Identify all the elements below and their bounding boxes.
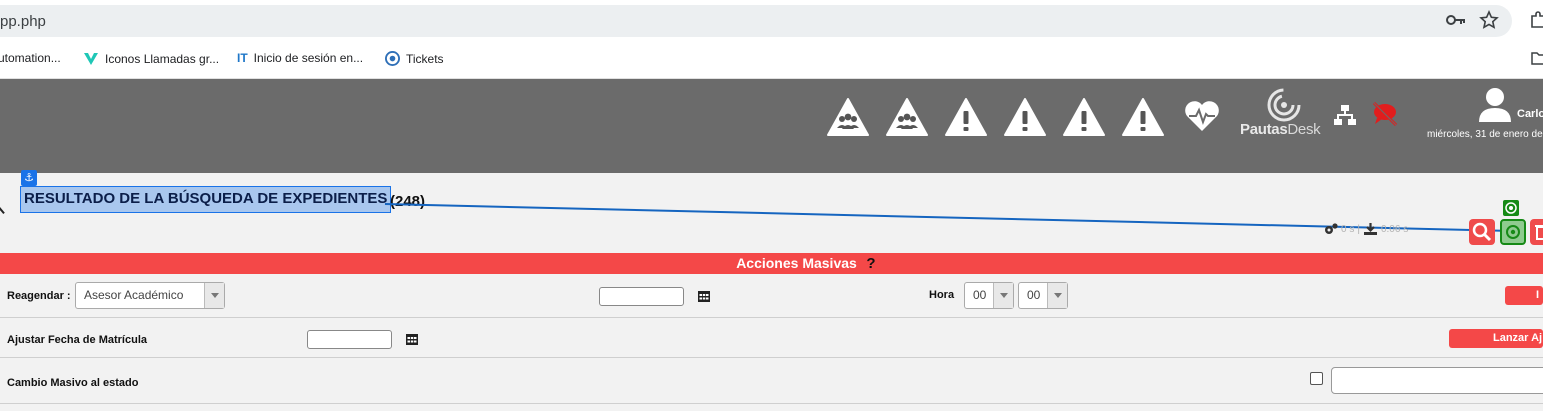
minute-select-value: 00 [1027,288,1041,302]
matricula-date-input[interactable] [307,330,392,349]
target-button[interactable] [1500,219,1526,245]
chevron-down-icon [993,283,1013,308]
bookmark-automation[interactable]: utomation... [0,51,61,65]
collapse-arrow-icon[interactable] [0,204,8,214]
chevron-down-icon [1047,283,1067,308]
help-icon[interactable]: ? [864,256,878,271]
alert-group-icon[interactable] [826,97,870,137]
alert-exclamation-icon[interactable] [1121,97,1165,137]
password-key-icon[interactable] [1446,12,1466,28]
bookmark-star-icon[interactable] [1479,10,1499,30]
download-icon [1363,223,1377,235]
alert-exclamation-icon[interactable] [1003,97,1047,137]
logo-word-2: Desk [1287,121,1321,138]
hour-select[interactable]: 00 [964,282,1014,309]
user-avatar-icon[interactable] [1478,87,1512,123]
ajustar-fecha-label: Ajustar Fecha de Matrícula [7,334,147,346]
bookmarks-bar: utomation... Iconos Llamadas gr... IT In… [0,40,1543,79]
bookmark-label: Tickets [406,51,444,66]
bookmark-label: Iconos Llamadas gr... [105,52,220,66]
search-icon [1472,222,1492,242]
current-date: miércoles, 31 de enero de [1427,129,1543,140]
hour-select-value: 00 [973,288,987,302]
pautasdesk-logo-text: PautasDesk [1240,121,1321,138]
vector-logo-icon [84,53,98,65]
stats-divider: | [1357,223,1360,235]
alert-exclamation-icon[interactable] [944,97,988,137]
delete-button[interactable] [1530,219,1543,245]
advisor-select[interactable]: Asesor Académico [75,282,225,309]
extensions-icon[interactable] [1528,10,1543,30]
stats-time-2: 0.06 s [1380,223,1409,235]
alert-group-icon[interactable] [885,97,929,137]
minute-select[interactable]: 00 [1018,282,1068,309]
results-count: (248) [390,193,426,210]
network-icon[interactable] [1333,104,1357,126]
ajustar-fecha-row: Ajustar Fecha de Matrícula Lanzar Aj [0,318,1543,358]
cambio-estado-row: Cambio Masivo al estado [0,358,1543,404]
target-badge-icon [1503,200,1519,216]
cambio-estado-checkbox[interactable] [1310,372,1323,385]
pautasdesk-logo-icon [1267,88,1301,122]
it-logo-icon: IT [237,51,248,65]
results-title: RESULTADO DE LA BÚSQUEDA DE EXPEDIENTES [20,186,392,213]
target-icon [1506,225,1520,239]
trash-icon [1535,225,1543,240]
folder-icon[interactable] [1531,50,1543,66]
bookmark-iconos-llamadas[interactable]: Iconos Llamadas gr... [83,51,219,67]
app-header: PautasDesk Carlo miércoles, 31 de enero … [0,79,1543,173]
reagendar-label: Reagendar : [7,290,71,302]
stats-time-1: 0 s [1341,223,1355,235]
reagendar-date-input[interactable] [599,287,684,306]
chat-disabled-icon[interactable] [1371,101,1399,127]
bookmark-inicio-sesion[interactable]: IT Inicio de sesión en... [237,51,363,65]
user-name[interactable]: Carlo [1517,108,1543,120]
bookmark-tickets[interactable]: Tickets [385,51,444,66]
chevron-down-icon [204,283,224,308]
heartbeat-icon[interactable] [1183,99,1221,133]
logo-word-1: Pautas [1240,121,1288,138]
cambio-estado-label: Cambio Masivo al estado [7,377,139,389]
url-text[interactable]: pp.php [0,13,46,30]
calendar-icon[interactable] [697,289,711,303]
estado-select[interactable] [1331,367,1543,394]
calendar-icon[interactable] [405,332,419,346]
reagendar-submit-button[interactable]: I [1505,286,1543,305]
lanzar-ajuste-button[interactable]: Lanzar Aj [1449,329,1543,348]
tickets-logo-icon [385,51,400,66]
anchor-icon: ⚓ [21,170,37,186]
browser-address-bar: pp.php [0,0,1543,40]
reagendar-row: Reagendar : Asesor Académico Hora 00 00 … [0,274,1543,318]
bookmark-label: Inicio de sesión en... [253,51,364,65]
bookmark-label: utomation... [0,51,61,65]
alert-exclamation-icon[interactable] [1062,97,1106,137]
search-button[interactable] [1469,219,1495,245]
advisor-select-value: Asesor Académico [84,288,184,302]
mass-actions-title: Acciones Masivas [736,255,857,271]
hora-label: Hora [929,289,955,301]
gears-icon [1325,223,1338,234]
mass-actions-header: Acciones Masivas ? [0,253,1543,274]
url-field[interactable] [0,5,1512,37]
query-stats: 0 s | 0.06 s [1324,222,1408,236]
